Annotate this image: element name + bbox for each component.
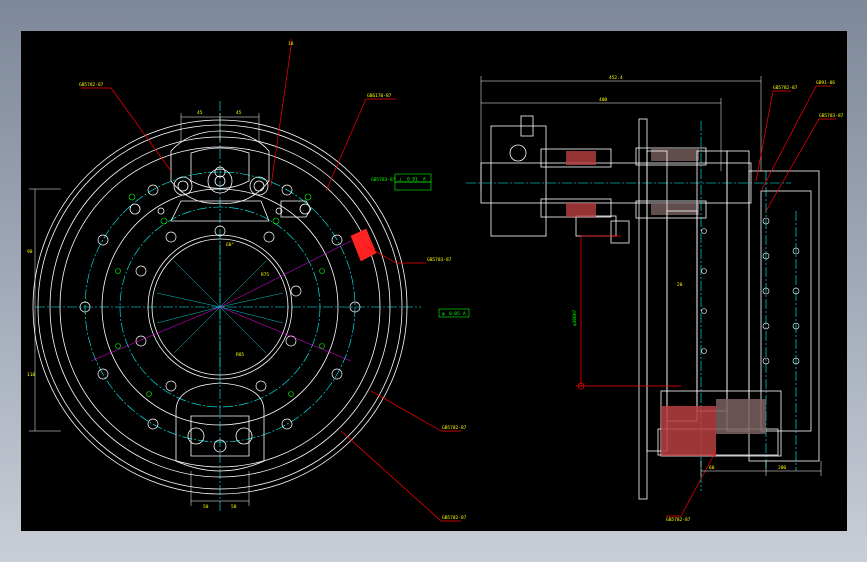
callout-3: GB6170-87 xyxy=(367,93,392,99)
dim-200: 200 xyxy=(778,465,786,471)
dim-60: 60 xyxy=(709,465,715,471)
radius-note-1: R75 xyxy=(261,272,269,278)
callout-2: 10 xyxy=(288,41,294,47)
dim-452: 452.4 xyxy=(609,75,623,81)
side-view-bottom-dimensions xyxy=(700,461,822,476)
dim-50-a: 50 xyxy=(203,504,209,510)
brake-assembly-drawing: ⊥ 0.01 A φ 0.05 A GB5782-87 10 GB6170-87… xyxy=(27,39,844,523)
front-view: ⊥ 0.01 A φ 0.05 A GB5782-87 10 GB6170-87… xyxy=(27,39,470,522)
callout-r2: GB91-86 xyxy=(816,80,835,86)
dim-400: 400 xyxy=(599,97,607,103)
callout-r3: GB5783-87 xyxy=(819,113,844,119)
callout-6: GB5782-87 xyxy=(442,515,467,521)
side-view-bolts xyxy=(701,217,800,365)
dim-90: 90 xyxy=(27,249,33,255)
tolerance2-value: 0.05 xyxy=(449,311,460,317)
callout-r1: GB5782-87 xyxy=(773,85,798,91)
tolerance-symbol: ⊥ xyxy=(399,178,402,183)
angle-rays xyxy=(90,240,352,362)
callout-1: GB5782-87 xyxy=(79,82,104,88)
front-view-callouts: GB5782-87 10 GB6170-87 GB5783-87 GB5782-… xyxy=(79,41,467,521)
tolerance2-datum: A xyxy=(463,311,466,317)
front-view-leaders xyxy=(81,39,461,522)
radius-note-2: R85 xyxy=(236,352,244,358)
callout-7: GB5783-87 xyxy=(371,177,396,183)
drawing-canvas[interactable]: ⊥ 0.01 A φ 0.05 A GB5782-87 10 GB6170-87… xyxy=(21,31,847,531)
callout-r4: GB5782-87 xyxy=(666,517,691,523)
dim-110: 110 xyxy=(27,372,35,378)
dim-45-a: 45 xyxy=(197,110,203,116)
side-view-centerlines xyxy=(466,121,797,491)
callout-4: GB5783-87 xyxy=(427,257,452,263)
angle-note: 60° xyxy=(226,242,234,248)
tolerance-datum: A xyxy=(423,177,426,183)
dim-45-b: 45 xyxy=(236,110,242,116)
dim-phi300: φ300H7 xyxy=(572,309,578,326)
front-view-centerlines xyxy=(35,101,421,511)
tolerance-frame-1: ⊥ 0.01 A xyxy=(394,173,432,191)
tolerance2-symbol: φ xyxy=(442,312,445,317)
dim-50-b: 50 xyxy=(231,504,237,510)
shaft-assembly xyxy=(480,115,752,244)
section-hatch-left xyxy=(350,228,377,262)
bottom-section-hatch xyxy=(661,399,766,456)
cad-window: ⊥ 0.01 A φ 0.05 A GB5782-87 10 GB6170-87… xyxy=(0,0,867,562)
tolerance-value: 0.01 xyxy=(407,177,418,183)
side-view-top-dimensions xyxy=(480,76,762,191)
tolerance-frame-2: φ 0.05 A xyxy=(438,308,470,318)
callout-5: GB5782-87 xyxy=(442,425,467,431)
side-view: 452.4 400 GB5782-87 GB91-86 GB5783-87 GB… xyxy=(466,75,844,523)
dim-20: 20 xyxy=(677,282,683,288)
